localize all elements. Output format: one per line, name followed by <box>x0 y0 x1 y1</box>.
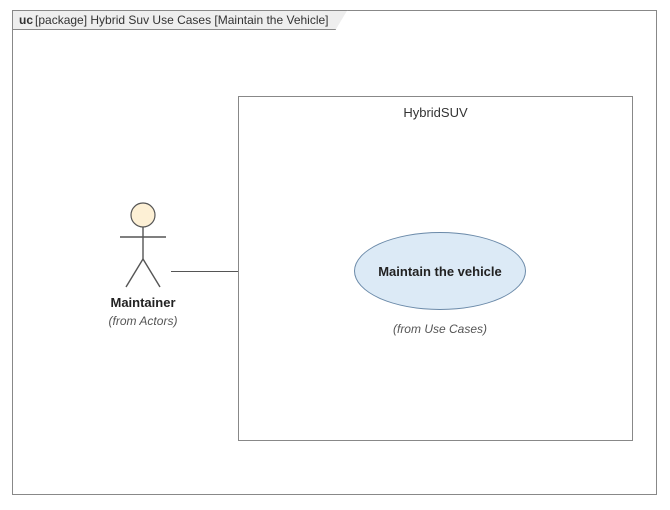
system-boundary: HybridSUV Maintain the vehicle (from Use… <box>238 96 633 441</box>
use-case-from-label: (from Use Cases) <box>354 322 526 336</box>
frame-tab: uc[package] Hybrid Suv Use Cases [Mainta… <box>12 10 348 30</box>
diagram-frame: uc[package] Hybrid Suv Use Cases [Mainta… <box>12 10 657 495</box>
use-case-name: Maintain the vehicle <box>378 264 502 279</box>
actor: Maintainer (from Actors) <box>98 201 188 330</box>
use-case-ellipse: Maintain the vehicle <box>354 232 526 310</box>
frame-title: [package] Hybrid Suv Use Cases [Maintain… <box>35 13 328 27</box>
system-boundary-title: HybridSUV <box>239 97 632 120</box>
frame-kind: uc <box>19 13 33 27</box>
actor-stick-figure-icon <box>118 201 168 291</box>
actor-from-label: (from Actors) <box>98 314 188 330</box>
actor-name: Maintainer <box>98 295 188 310</box>
